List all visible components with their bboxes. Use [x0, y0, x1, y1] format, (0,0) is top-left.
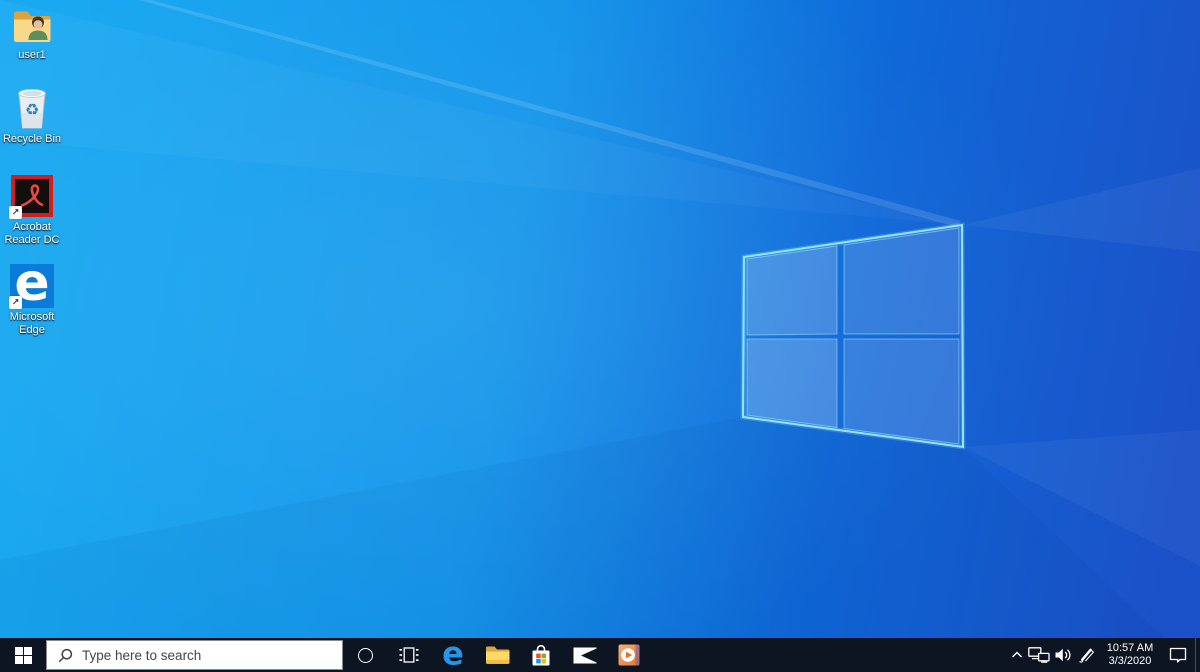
search-icon [58, 648, 73, 662]
cortana-icon [357, 647, 373, 663]
file-explorer-icon [485, 646, 509, 664]
microsoft-store-button[interactable] [519, 638, 563, 672]
desktop-icon-label: Recycle Bin [2, 133, 62, 145]
start-button[interactable] [0, 638, 46, 672]
tray-time: 10:57 AM [1106, 641, 1154, 654]
desktop-icon-microsoft-edge[interactable]: e ↗ Microsoft Edge [0, 264, 64, 337]
desktop-icon-acrobat-reader[interactable]: ↗ Acrobat Reader DC [0, 174, 64, 247]
movies-tv-button[interactable] [607, 638, 651, 672]
svg-text:♻: ♻ [25, 100, 39, 119]
action-center-button[interactable] [1161, 638, 1195, 672]
mail-button[interactable] [563, 638, 607, 672]
desktop-icon-label: Acrobat Reader DC [4, 221, 60, 246]
shortcut-arrow-icon: ↗ [9, 206, 22, 219]
search-placeholder-text: Type here to search [82, 647, 202, 663]
desktop-icon-user1[interactable]: user1 [0, 6, 64, 62]
task-view-icon [399, 647, 419, 663]
acrobat-reader-icon: ↗ [9, 174, 54, 219]
pen-icon [1079, 648, 1094, 663]
desktop-icon-recycle-bin[interactable]: ♻ Recycle Bin [0, 84, 64, 146]
network-button[interactable] [1027, 638, 1051, 672]
desktop[interactable]: user1 ♻ Recycle Bin ↗ Acrobat Reader DC … [0, 0, 1200, 638]
microsoft-store-icon [532, 644, 550, 665]
mail-icon [573, 647, 597, 663]
desktop-icon-label: user1 [18, 49, 46, 61]
action-center-icon [1169, 647, 1187, 663]
recycle-bin-icon: ♻ [12, 84, 52, 130]
hidden-icons-button[interactable] [1007, 638, 1027, 672]
windows-start-icon [14, 646, 32, 664]
chevron-up-icon [1012, 651, 1022, 658]
user-folder-icon [11, 6, 53, 46]
tray-date: 3/3/2020 [1108, 655, 1152, 667]
shortcut-arrow-icon: ↗ [9, 296, 22, 309]
edge-tile-icon: e ↗ [9, 264, 54, 309]
file-explorer-button[interactable] [475, 638, 519, 672]
windows-desktop-screen: user1 ♻ Recycle Bin ↗ Acrobat Reader DC … [0, 0, 1200, 672]
task-view-button[interactable] [387, 638, 431, 672]
volume-icon [1055, 648, 1071, 662]
desktop-icon-label: Microsoft Edge [9, 311, 55, 336]
show-desktop-button[interactable] [1195, 638, 1200, 672]
taskbar: Type here to search e 10:57 AM 3/3/2020 [0, 638, 1200, 672]
cortana-button[interactable] [343, 638, 387, 672]
taskbar-edge-button[interactable]: e [431, 638, 475, 672]
svg-text:e: e [442, 642, 464, 668]
movies-tv-icon [618, 644, 640, 666]
edge-icon: e [442, 642, 464, 668]
taskbar-search-input[interactable]: Type here to search [46, 640, 343, 670]
system-tray: 10:57 AM 3/3/2020 [1007, 638, 1200, 672]
volume-button[interactable] [1051, 638, 1075, 672]
windows-ink-button[interactable] [1075, 638, 1099, 672]
clock[interactable]: 10:57 AM 3/3/2020 [1099, 638, 1161, 672]
network-icon [1028, 647, 1050, 663]
